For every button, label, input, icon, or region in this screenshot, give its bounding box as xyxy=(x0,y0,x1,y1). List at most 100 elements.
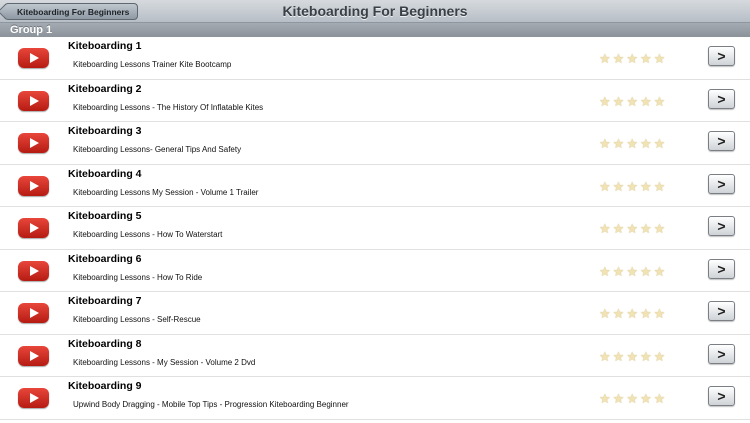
chevron-right-icon[interactable]: > xyxy=(708,343,735,364)
row-subtitle: Kiteboarding Lessons - My Session - Volu… xyxy=(73,357,256,367)
star-icon: ★ xyxy=(639,51,652,66)
row-subtitle: Kiteboarding Lessons My Session - Volume… xyxy=(73,187,259,197)
list-item[interactable]: Kiteboarding 7 Kiteboarding Lessons - Sel… xyxy=(0,292,750,335)
star-icon: ★ xyxy=(653,221,666,236)
star-icon: ★ xyxy=(639,263,652,279)
star-icon: ★ xyxy=(626,263,638,279)
video-list: Kiteboarding 1 Kiteboarding Lessons Train… xyxy=(0,37,750,420)
section-header: Group 1 xyxy=(0,23,750,37)
list-item[interactable]: Kiteboarding 2 Kiteboarding Lessons - The… xyxy=(0,79,750,122)
list-item[interactable]: Kiteboarding 8 Kiteboarding Lessons - My … xyxy=(0,334,750,377)
star-icon: ★ xyxy=(612,391,625,406)
row-subtitle: Kiteboarding Lessons Trainer Kite Bootca… xyxy=(73,60,232,69)
star-rating: ★ ★ ★ ★ ★ xyxy=(599,307,665,320)
row-title: Kiteboarding 4 xyxy=(68,167,142,180)
star-icon: ★ xyxy=(639,178,652,194)
star-icon: ★ xyxy=(626,51,638,66)
star-icon: ★ xyxy=(599,51,611,66)
star-icon: ★ xyxy=(653,178,666,194)
list-item[interactable]: Kiteboarding 1 Kiteboarding Lessons Train… xyxy=(0,37,750,80)
star-rating: ★ ★ ★ ★ ★ xyxy=(599,52,665,65)
star-icon: ★ xyxy=(626,93,638,109)
star-icon: ★ xyxy=(599,221,611,236)
star-icon: ★ xyxy=(612,306,625,321)
star-icon: ★ xyxy=(653,263,666,279)
star-icon: ★ xyxy=(626,178,638,194)
star-icon: ★ xyxy=(626,221,638,236)
list-item[interactable]: Kiteboarding 6 Kiteboarding Lessons - How… xyxy=(0,249,750,292)
play-video-icon[interactable] xyxy=(18,48,49,68)
chevron-right-icon[interactable]: > xyxy=(708,46,735,66)
list-item[interactable]: Kiteboarding 9 Upwind Body Dragging - Mob… xyxy=(0,377,750,420)
star-icon: ★ xyxy=(653,348,666,364)
row-title: Kiteboarding 5 xyxy=(68,210,142,222)
star-rating: ★ ★ ★ ★ ★ xyxy=(599,180,665,193)
list-item[interactable]: Kiteboarding 3 Kiteboarding Lessons- Gene… xyxy=(0,122,750,165)
play-video-icon[interactable] xyxy=(18,90,49,111)
row-subtitle: Kiteboarding Lessons - How To Waterstart xyxy=(73,230,223,239)
star-icon: ★ xyxy=(599,306,611,321)
star-icon: ★ xyxy=(653,51,666,66)
star-icon: ★ xyxy=(639,136,652,151)
star-icon: ★ xyxy=(639,391,652,406)
star-icon: ★ xyxy=(612,93,625,109)
chevron-right-icon[interactable]: > xyxy=(708,301,735,321)
play-video-icon[interactable] xyxy=(18,388,49,408)
play-video-icon[interactable] xyxy=(18,133,49,153)
star-icon: ★ xyxy=(653,136,666,151)
star-icon: ★ xyxy=(612,51,625,66)
chevron-right-icon[interactable]: > xyxy=(708,386,735,406)
row-subtitle: Kiteboarding Lessons- General Tips And S… xyxy=(73,145,242,154)
star-icon: ★ xyxy=(612,221,625,236)
star-icon: ★ xyxy=(612,263,625,279)
play-video-icon[interactable] xyxy=(18,345,49,366)
navigation-bar: Kiteboarding For Beginners Kiteboarding … xyxy=(0,0,750,23)
row-title: Kiteboarding 9 xyxy=(68,380,142,392)
back-button[interactable]: Kiteboarding For Beginners xyxy=(4,3,139,20)
row-title: Kiteboarding 1 xyxy=(68,40,142,52)
row-title: Kiteboarding 8 xyxy=(68,337,142,350)
star-icon: ★ xyxy=(599,93,611,109)
chevron-right-icon[interactable]: > xyxy=(708,173,735,194)
star-icon: ★ xyxy=(599,178,611,194)
play-video-icon[interactable] xyxy=(18,218,49,238)
star-icon: ★ xyxy=(626,306,638,321)
star-icon: ★ xyxy=(653,93,666,109)
chevron-right-icon[interactable]: > xyxy=(708,216,735,236)
row-title: Kiteboarding 2 xyxy=(68,82,142,95)
chevron-right-icon[interactable]: > xyxy=(708,131,735,151)
star-icon: ★ xyxy=(626,348,638,364)
row-subtitle: Upwind Body Dragging - Mobile Top Tips -… xyxy=(73,400,349,409)
star-rating: ★ ★ ★ ★ ★ xyxy=(599,95,665,108)
star-icon: ★ xyxy=(612,348,625,364)
row-title: Kiteboarding 6 xyxy=(68,252,142,265)
star-rating: ★ ★ ★ ★ ★ xyxy=(599,350,665,363)
star-icon: ★ xyxy=(612,178,625,194)
star-icon: ★ xyxy=(599,136,611,151)
star-icon: ★ xyxy=(639,348,652,364)
play-video-icon[interactable] xyxy=(18,260,49,281)
star-icon: ★ xyxy=(599,391,611,406)
row-title: Kiteboarding 3 xyxy=(68,125,142,137)
play-video-icon[interactable] xyxy=(18,175,49,196)
star-icon: ★ xyxy=(639,221,652,236)
star-icon: ★ xyxy=(653,306,666,321)
star-icon: ★ xyxy=(599,348,611,364)
row-subtitle: Kiteboarding Lessons - How To Ride xyxy=(73,272,203,282)
star-icon: ★ xyxy=(599,263,611,279)
play-video-icon[interactable] xyxy=(18,303,49,323)
star-icon: ★ xyxy=(626,136,638,151)
star-rating: ★ ★ ★ ★ ★ xyxy=(599,137,665,150)
row-title: Kiteboarding 7 xyxy=(68,295,142,307)
star-rating: ★ ★ ★ ★ ★ xyxy=(599,392,665,405)
list-item[interactable]: Kiteboarding 4 Kiteboarding Lessons My Se… xyxy=(0,164,750,207)
star-icon: ★ xyxy=(612,136,625,151)
chevron-right-icon[interactable]: > xyxy=(708,258,735,279)
star-rating: ★ ★ ★ ★ ★ xyxy=(599,222,665,235)
star-rating: ★ ★ ★ ★ ★ xyxy=(599,265,665,278)
list-item[interactable]: Kiteboarding 5 Kiteboarding Lessons - How… xyxy=(0,207,750,250)
chevron-right-icon[interactable]: > xyxy=(708,88,735,109)
star-icon: ★ xyxy=(639,93,652,109)
star-icon: ★ xyxy=(626,391,638,406)
star-icon: ★ xyxy=(639,306,652,321)
